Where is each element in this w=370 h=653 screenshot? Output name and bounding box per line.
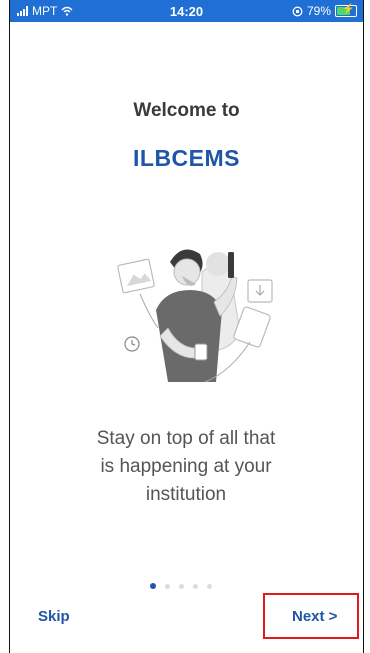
- tagline-line-3: institution: [145, 484, 227, 505]
- status-bar: MPT 14:20 79% ⚡: [10, 0, 363, 22]
- page-dot[interactable]: [179, 583, 184, 589]
- page-dot[interactable]: [193, 583, 198, 589]
- page-dot[interactable]: [150, 583, 156, 589]
- tagline: Stay on top of all that is happening at …: [60, 425, 312, 509]
- frame-right-border: [363, 0, 364, 653]
- battery-percent: 79%: [306, 4, 331, 18]
- tagline-line-1: Stay on top of all that: [96, 428, 276, 449]
- tagline-line-2: is happening at your: [100, 456, 272, 477]
- skip-button[interactable]: Skip: [38, 608, 70, 625]
- welcome-title: Welcome to: [133, 100, 240, 121]
- next-button[interactable]: Next >: [292, 608, 337, 625]
- battery-icon: ⚡: [335, 4, 357, 17]
- orientation-lock-icon: [292, 6, 303, 16]
- page-indicator: [150, 583, 212, 589]
- frame-left-border: [9, 0, 10, 653]
- person-with-phone-illustration: [117, 249, 273, 383]
- status-right: 79% ⚡: [292, 4, 357, 18]
- page-dot[interactable]: [207, 583, 212, 589]
- app-name: ILBCEMS: [133, 145, 240, 171]
- page-dot[interactable]: [165, 583, 170, 589]
